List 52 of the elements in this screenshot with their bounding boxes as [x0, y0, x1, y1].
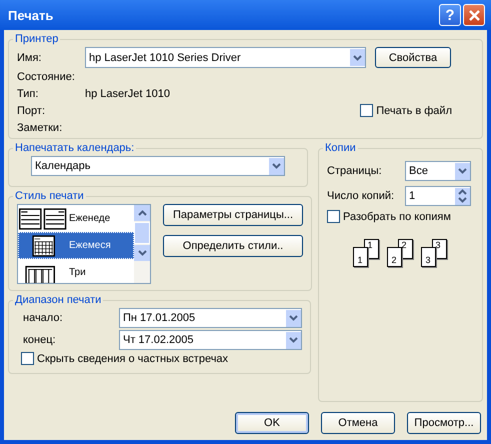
start-date-dropdown[interactable]: Пн 17.01.2005	[119, 308, 302, 328]
dialog-button[interactable]: OK	[235, 412, 309, 434]
group-title: Принтер	[14, 33, 60, 45]
pages-label: Страницы:	[327, 165, 383, 177]
copies-spinner[interactable]: 1	[405, 186, 471, 206]
collated-pages-drawing: 1 1 2 2 3 3	[327, 239, 474, 269]
scroll-down-icon	[134, 245, 150, 261]
copies-label: Число копий:	[327, 190, 396, 202]
scroll-thumb[interactable]	[134, 222, 150, 244]
style-name: Ежемеся	[69, 240, 111, 251]
scroll-up-icon	[134, 205, 150, 221]
start-label: начало:	[22, 312, 64, 324]
port-label: Порт:	[17, 104, 46, 116]
group-title: Стиль печати	[14, 190, 85, 202]
status-label: Состояние:	[17, 70, 76, 82]
group-title: Диапазон печати	[14, 294, 102, 306]
copies-value: 1	[409, 190, 416, 202]
hide-private-checkbox[interactable]: Скрыть сведения о частных встречах	[17, 352, 302, 365]
notes-label: Заметки:	[17, 122, 64, 134]
style-list-item[interactable]: Три	[18, 259, 134, 283]
properties-button[interactable]: Свойства	[375, 47, 451, 68]
collate-checkbox[interactable]: Разобрать по копиям	[327, 210, 474, 223]
name-label: Имя:	[17, 52, 42, 64]
calendar-name: Календарь	[35, 160, 92, 172]
style-name: Еженеде	[69, 213, 110, 224]
close-icon	[468, 8, 480, 22]
end-date: Чт 17.02.2005	[123, 334, 194, 346]
end-date-dropdown[interactable]: Чт 17.02.2005	[119, 330, 302, 350]
window-title: Печать	[8, 8, 54, 22]
style-list-item[interactable]: Еженеде	[18, 205, 134, 232]
group-title: Копии	[324, 142, 357, 154]
pages-dropdown[interactable]: Все	[405, 161, 471, 181]
style-name: Три	[69, 267, 86, 278]
dialog-button[interactable]: Просмотр...	[407, 412, 481, 434]
type-value: hp LaserJet 1010	[85, 88, 170, 100]
dialog-button[interactable]: Отмена	[321, 412, 395, 434]
style-button[interactable]: Определить стили..	[163, 235, 303, 257]
style-list-item[interactable]: Ежемеся	[18, 232, 134, 259]
printer-dropdown[interactable]: hp LaserJet 1010 Series Driver	[85, 47, 366, 68]
printer-name: hp LaserJet 1010 Series Driver	[89, 52, 242, 64]
group-title: Напечатать календарь:	[14, 142, 136, 154]
spinner-arrows-icon	[454, 188, 470, 204]
start-date: Пн 17.01.2005	[123, 312, 196, 324]
end-label: конец:	[22, 334, 57, 346]
type-label: Тип:	[17, 88, 40, 100]
print-to-file-checkbox[interactable]: Печать в файл	[360, 104, 452, 117]
calendar-dropdown[interactable]: Календарь	[31, 156, 285, 176]
style-button[interactable]: Параметры страницы...	[163, 204, 303, 226]
pages-value: Все	[409, 165, 429, 177]
scrollbar[interactable]	[134, 205, 150, 283]
close-button[interactable]	[463, 4, 485, 26]
help-button[interactable]: ?	[439, 4, 461, 26]
